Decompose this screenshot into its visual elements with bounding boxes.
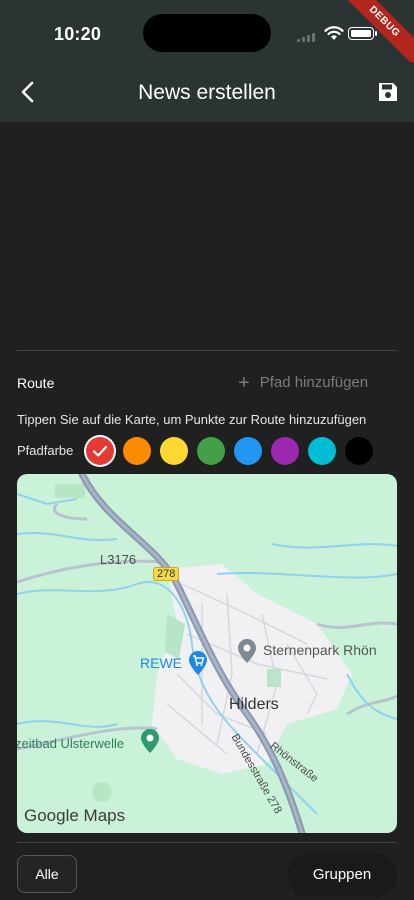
add-path-label: Pfad hinzufügen (259, 374, 369, 391)
dynamic-island (143, 14, 271, 52)
path-color-label: Pfadfarbe (17, 443, 74, 458)
shopping-cart-icon[interactable] (187, 650, 209, 676)
color-swatch-orange[interactable] (123, 437, 151, 465)
wifi-icon (324, 26, 344, 40)
color-swatch-purple[interactable] (271, 437, 299, 465)
status-time: 10:20 (54, 24, 102, 44)
poi-rewe-label: REWE (140, 655, 182, 671)
check-icon (92, 445, 108, 457)
app-bar: News erstellen (0, 62, 414, 122)
poi-sternenpark-label: Sternenpark Rhön (263, 642, 377, 658)
section-divider (17, 350, 397, 351)
road-label-l3176: L3176 (100, 552, 137, 567)
route-label: Route (17, 375, 55, 391)
status-bar: 10:20 DEBUG (0, 0, 414, 72)
filter-groups-button[interactable]: Gruppen (287, 853, 397, 897)
color-swatch-blue[interactable] (234, 437, 262, 465)
color-swatch-green[interactable] (197, 437, 225, 465)
google-maps-logo: Google Maps (24, 806, 126, 825)
town-label-hilders: Hilders (229, 696, 279, 713)
add-path-button[interactable]: + Pfad hinzufügen (238, 371, 369, 394)
route-hint: Tippen Sie auf die Karte, um Punkte zur … (17, 412, 367, 427)
color-swatch-red[interactable] (86, 437, 114, 465)
color-swatch-cyan[interactable] (308, 437, 336, 465)
page-title: News erstellen (138, 81, 276, 104)
bottom-divider (17, 842, 397, 843)
color-swatch-black[interactable] (345, 437, 373, 465)
plus-icon: + (238, 371, 250, 394)
color-swatch-yellow[interactable] (160, 437, 188, 465)
poi-pin-green-icon[interactable] (139, 728, 161, 754)
poi-ulsterwelle-label: zeitbad Ulsterwelle (17, 736, 125, 751)
map-view[interactable]: L3176 278 REWE Sternenpark Rhön Hilders … (17, 474, 397, 833)
map-pin-icon[interactable] (236, 638, 258, 664)
filter-all-button[interactable]: Alle (17, 855, 77, 893)
road-shield-278: 278 (153, 567, 180, 581)
battery-icon (348, 27, 377, 40)
save-icon[interactable] (376, 80, 400, 104)
signal-icon (297, 32, 317, 42)
debug-banner: DEBUG (334, 0, 414, 72)
